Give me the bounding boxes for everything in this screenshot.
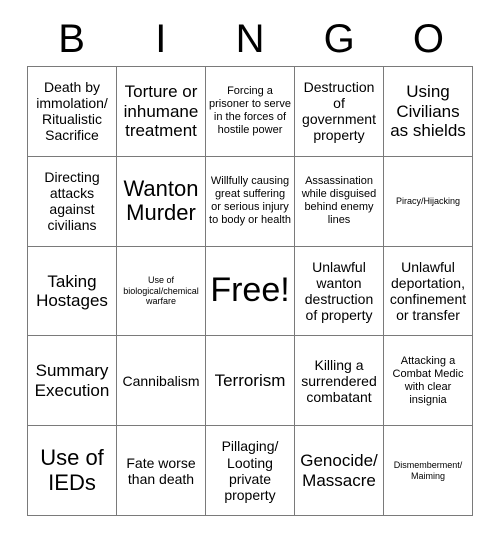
bingo-cell-label: Dismemberment/ Maiming — [393, 459, 463, 481]
bingo-cell-label: Terrorism — [214, 371, 286, 391]
bingo-cell-r1-c5[interactable]: Using Civilians as shields — [384, 67, 473, 157]
bingo-cell-r3-c1[interactable]: Taking Hostages — [28, 246, 117, 337]
bingo-cell-r1-c3[interactable]: Forcing a prisoner to serve in the force… — [206, 67, 295, 157]
bingo-cell-r4-c2[interactable]: Cannibalism — [117, 336, 206, 427]
bingo-header-letter-o: O — [412, 17, 444, 61]
bingo-cell-label: Genocide/ Massacre — [300, 451, 378, 490]
bingo-cell-r3-c2[interactable]: Use of biological/chemical warfare — [117, 246, 206, 337]
bingo-cell-label: Destruction of government property — [302, 79, 376, 144]
bingo-cell-r2-c2[interactable]: Wanton Murder — [117, 156, 206, 247]
bingo-cell-label: Attacking a Combat Medic with clear insi… — [392, 354, 464, 406]
bingo-cell-label: Assassination while disguised behind ene… — [301, 175, 377, 227]
bingo-cell-label: Killing a surrendered combatant — [301, 356, 377, 405]
bingo-cell-label: Forcing a prisoner to serve in the force… — [209, 85, 291, 137]
bingo-cell-r5-c2[interactable]: Fate worse than death — [117, 426, 206, 516]
bingo-header-letter-i: I — [155, 17, 167, 61]
bingo-cell-label: Death by immolation/ Ritualistic Sacrifi… — [36, 79, 108, 144]
bingo-header-letter-b: B — [58, 17, 85, 61]
bingo-cell-r2-c1[interactable]: Directing attacks against civilians — [28, 156, 117, 247]
bingo-cell-r2-c3[interactable]: Willfully causing great suffering or ser… — [206, 156, 295, 247]
bingo-cell-label: Use of IEDs — [40, 444, 104, 495]
bingo-cell-label: Directing attacks against civilians — [44, 169, 100, 234]
bingo-cell-r4-c1[interactable]: Summary Execution — [28, 336, 117, 427]
bingo-cell-label: Taking Hostages — [36, 271, 108, 310]
bingo-cell-label: Unlawful deportation, confinement or tra… — [389, 258, 467, 324]
bingo-cell-label: Cannibalism — [122, 372, 200, 389]
bingo-cell-r2-c4[interactable]: Assassination while disguised behind ene… — [295, 156, 384, 247]
bingo-cell-r2-c5[interactable]: Piracy/Hijacking — [384, 156, 473, 247]
bingo-cell-label: Free! — [210, 271, 290, 310]
bingo-cell-label: Wanton Murder — [123, 175, 199, 226]
bingo-header-letter-g: G — [323, 17, 355, 61]
bingo-cell-label: Willfully causing great suffering or ser… — [209, 175, 291, 227]
bingo-cell-r1-c2[interactable]: Torture or inhumane treatment — [117, 67, 206, 157]
bingo-cell-label: Unlawful wanton destruction of property — [304, 258, 374, 324]
bingo-cell-r5-c3[interactable]: Pillaging/ Looting private property — [206, 426, 295, 516]
bingo-cell-r4-c3[interactable]: Terrorism — [206, 336, 295, 427]
bingo-cell-r3-c4[interactable]: Unlawful wanton destruction of property — [295, 246, 384, 337]
bingo-cell-label: Pillaging/ Looting private property — [221, 438, 279, 503]
bingo-cell-r1-c1[interactable]: Death by immolation/ Ritualistic Sacrifi… — [28, 67, 117, 157]
bingo-cell-label: Torture or inhumane treatment — [123, 82, 199, 141]
bingo-cell-r4-c5[interactable]: Attacking a Combat Medic with clear insi… — [384, 336, 473, 427]
bingo-cell-r5-c4[interactable]: Genocide/ Massacre — [295, 426, 384, 516]
bingo-header: BINGO — [27, 14, 473, 64]
bingo-free-space[interactable]: Free! — [206, 246, 295, 337]
bingo-cell-label: Fate worse than death — [126, 454, 196, 487]
bingo-grid: Death by immolation/ Ritualistic Sacrifi… — [27, 66, 473, 516]
bingo-card: B I N G O Death by immolation/ Ritualistic S… — [0, 0, 500, 544]
bingo-cell-r5-c5[interactable]: Dismemberment/ Maiming — [384, 426, 473, 516]
bingo-cell-label: Using Civilians as shields — [390, 82, 466, 141]
bingo-cell-label: Summary Execution — [34, 361, 110, 400]
bingo-cell-r4-c4[interactable]: Killing a surrendered combatant — [295, 336, 384, 427]
bingo-header-letter-n: N — [235, 17, 265, 61]
bingo-cell-label: Piracy/Hijacking — [395, 195, 461, 206]
bingo-cell-label: Use of biological/chemical warfare — [123, 274, 199, 307]
bingo-cell-r3-c5[interactable]: Unlawful deportation, confinement or tra… — [384, 246, 473, 337]
bingo-cell-r1-c4[interactable]: Destruction of government property — [295, 67, 384, 157]
bingo-cell-r5-c1[interactable]: Use of IEDs — [28, 426, 117, 516]
